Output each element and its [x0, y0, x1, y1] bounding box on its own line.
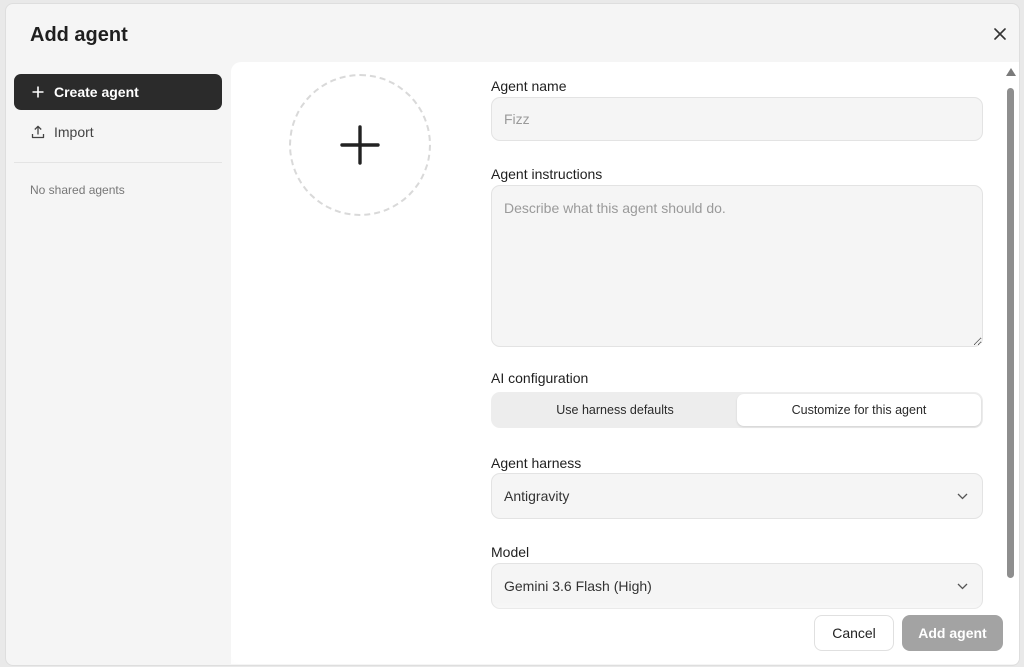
dialog-title: Add agent	[30, 24, 128, 46]
cancel-button[interactable]: Cancel	[814, 615, 894, 651]
sidebar: Create agent Import No shared agents	[14, 74, 222, 197]
add-agent-dialog: Add agent Create agent Import No shared …	[5, 3, 1020, 666]
chevron-down-icon	[957, 493, 968, 499]
chevron-down-icon	[957, 583, 968, 589]
agent-harness-value: Antigravity	[504, 488, 570, 504]
scroll-up-arrow-icon[interactable]	[1006, 68, 1016, 76]
agent-harness-label: Agent harness	[491, 455, 582, 471]
scrollbar[interactable]	[1004, 66, 1018, 586]
ai-configuration-label: AI configuration	[491, 370, 589, 386]
agent-instructions-textarea[interactable]	[491, 185, 983, 347]
no-shared-agents-text: No shared agents	[30, 183, 125, 197]
create-agent-label: Create agent	[54, 84, 139, 100]
import-button[interactable]: Import	[14, 114, 222, 150]
use-harness-defaults-option[interactable]: Use harness defaults	[493, 394, 737, 426]
form-panel: Agent name Agent instructions AI configu…	[231, 62, 1019, 664]
customize-agent-option[interactable]: Customize for this agent	[737, 394, 981, 426]
close-button[interactable]	[990, 24, 1010, 44]
agent-name-label: Agent name	[491, 78, 567, 94]
model-label: Model	[491, 544, 530, 560]
model-value: Gemini 3.6 Flash (High)	[504, 578, 652, 594]
plus-icon	[30, 84, 46, 100]
agent-instructions-label: Agent instructions	[491, 166, 603, 182]
ai-configuration-toggle: Use harness defaults Customize for this …	[491, 392, 983, 428]
add-agent-button[interactable]: Add agent	[902, 615, 1003, 651]
agent-name-input[interactable]	[491, 97, 983, 141]
avatar-upload[interactable]	[289, 74, 431, 216]
scroll-thumb[interactable]	[1007, 88, 1014, 578]
add-avatar-plus-icon	[340, 125, 380, 165]
import-label: Import	[54, 124, 94, 140]
upload-icon	[30, 124, 46, 140]
close-icon	[994, 28, 1006, 40]
create-agent-button[interactable]: Create agent	[14, 74, 222, 110]
agent-harness-select[interactable]: Antigravity	[491, 473, 983, 519]
